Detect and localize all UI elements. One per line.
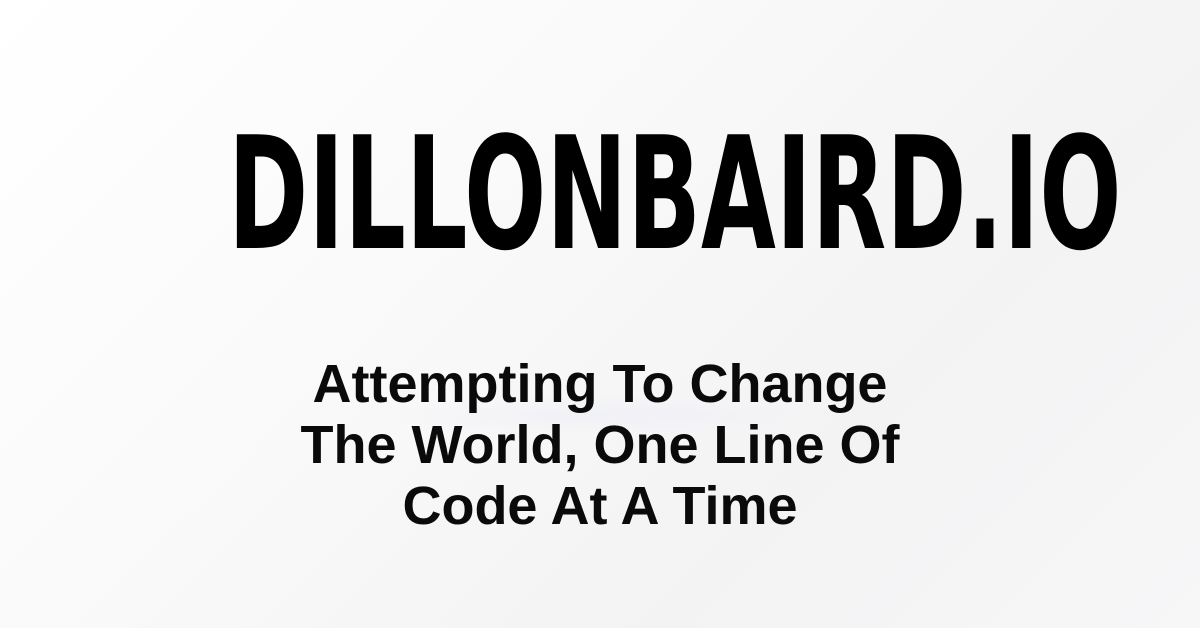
tagline-line: The World, One Line Of — [300, 415, 900, 475]
site-title: DILLONBAIRD.IO — [228, 103, 1122, 285]
tagline: Attempting To Change The World, One Line… — [250, 354, 950, 537]
tagline-line: Attempting To Change — [312, 354, 888, 414]
tagline-line: Code At A Time — [402, 476, 798, 536]
